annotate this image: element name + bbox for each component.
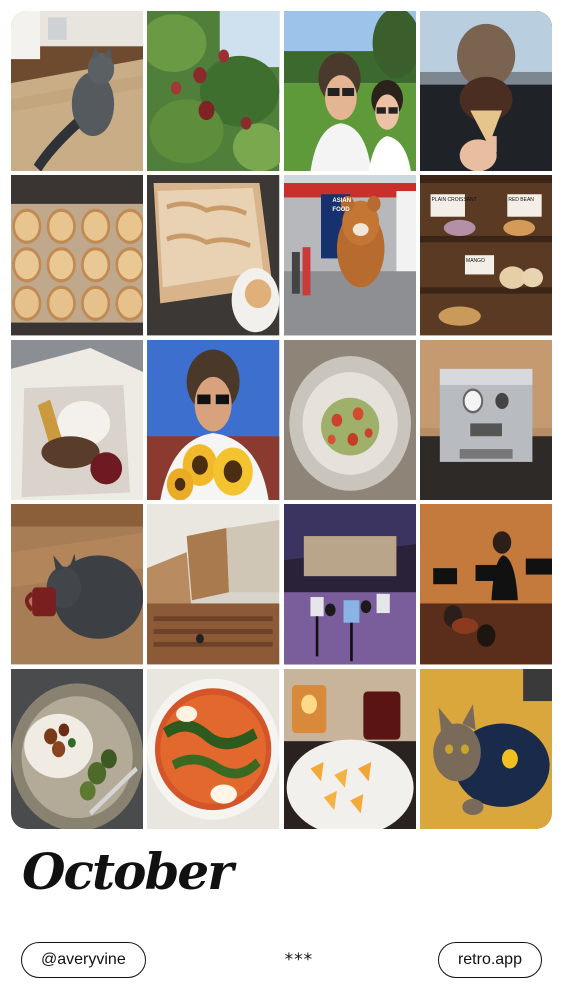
user-handle-button[interactable]: @averyvine <box>21 942 146 978</box>
photo-takeout-bao[interactable] <box>11 339 144 501</box>
photo-cat-drinking-mug[interactable] <box>11 504 144 665</box>
retro-app-link[interactable]: retro.app <box>437 942 542 978</box>
bakery-sign-text-3: MANGO <box>466 257 485 264</box>
photo-concert-hall[interactable] <box>147 504 280 665</box>
photo-frosted-rolls[interactable] <box>147 175 280 336</box>
bakery-sign-text-2: RED BEAN <box>508 196 534 203</box>
footer-bar: @averyvine *** retro.app <box>21 940 542 980</box>
photo-cat-on-rug[interactable] <box>11 11 144 172</box>
festival-banner-text-1: ASIAN <box>332 197 352 204</box>
photo-bakery-shelves[interactable]: PLAIN CROISSANT RED BEAN MANGO <box>419 175 552 336</box>
photo-collage: ASIAN FOOD PLAIN CROISSANT RED BEAN MANG… <box>11 11 552 829</box>
photo-pasta-plate[interactable] <box>283 339 416 501</box>
photo-orchestra-musicians[interactable] <box>419 504 552 665</box>
photo-candle-cheese[interactable] <box>283 668 416 829</box>
photo-sunflower-selfie[interactable] <box>147 339 280 501</box>
photo-rice-bowl[interactable] <box>11 668 144 829</box>
photo-apple-tree[interactable] <box>147 11 280 172</box>
photo-cinnamon-rolls-tray[interactable] <box>11 175 144 336</box>
photo-cat-in-sweater[interactable] <box>419 668 552 829</box>
separator-stars: *** <box>284 950 314 970</box>
photo-orchestra-stage[interactable] <box>283 504 416 665</box>
month-title: October <box>22 842 234 901</box>
photo-shakshuka[interactable] <box>147 668 280 829</box>
photo-ice-cream-cone[interactable] <box>419 11 552 172</box>
photo-orchard-selfie[interactable] <box>283 11 416 172</box>
photo-espresso-machine[interactable] <box>419 339 552 501</box>
festival-banner-text-2: FOOD <box>332 207 350 214</box>
bakery-sign-text-1: PLAIN CROISSANT <box>431 196 477 203</box>
photo-festival-mascot[interactable]: ASIAN FOOD <box>283 175 416 336</box>
